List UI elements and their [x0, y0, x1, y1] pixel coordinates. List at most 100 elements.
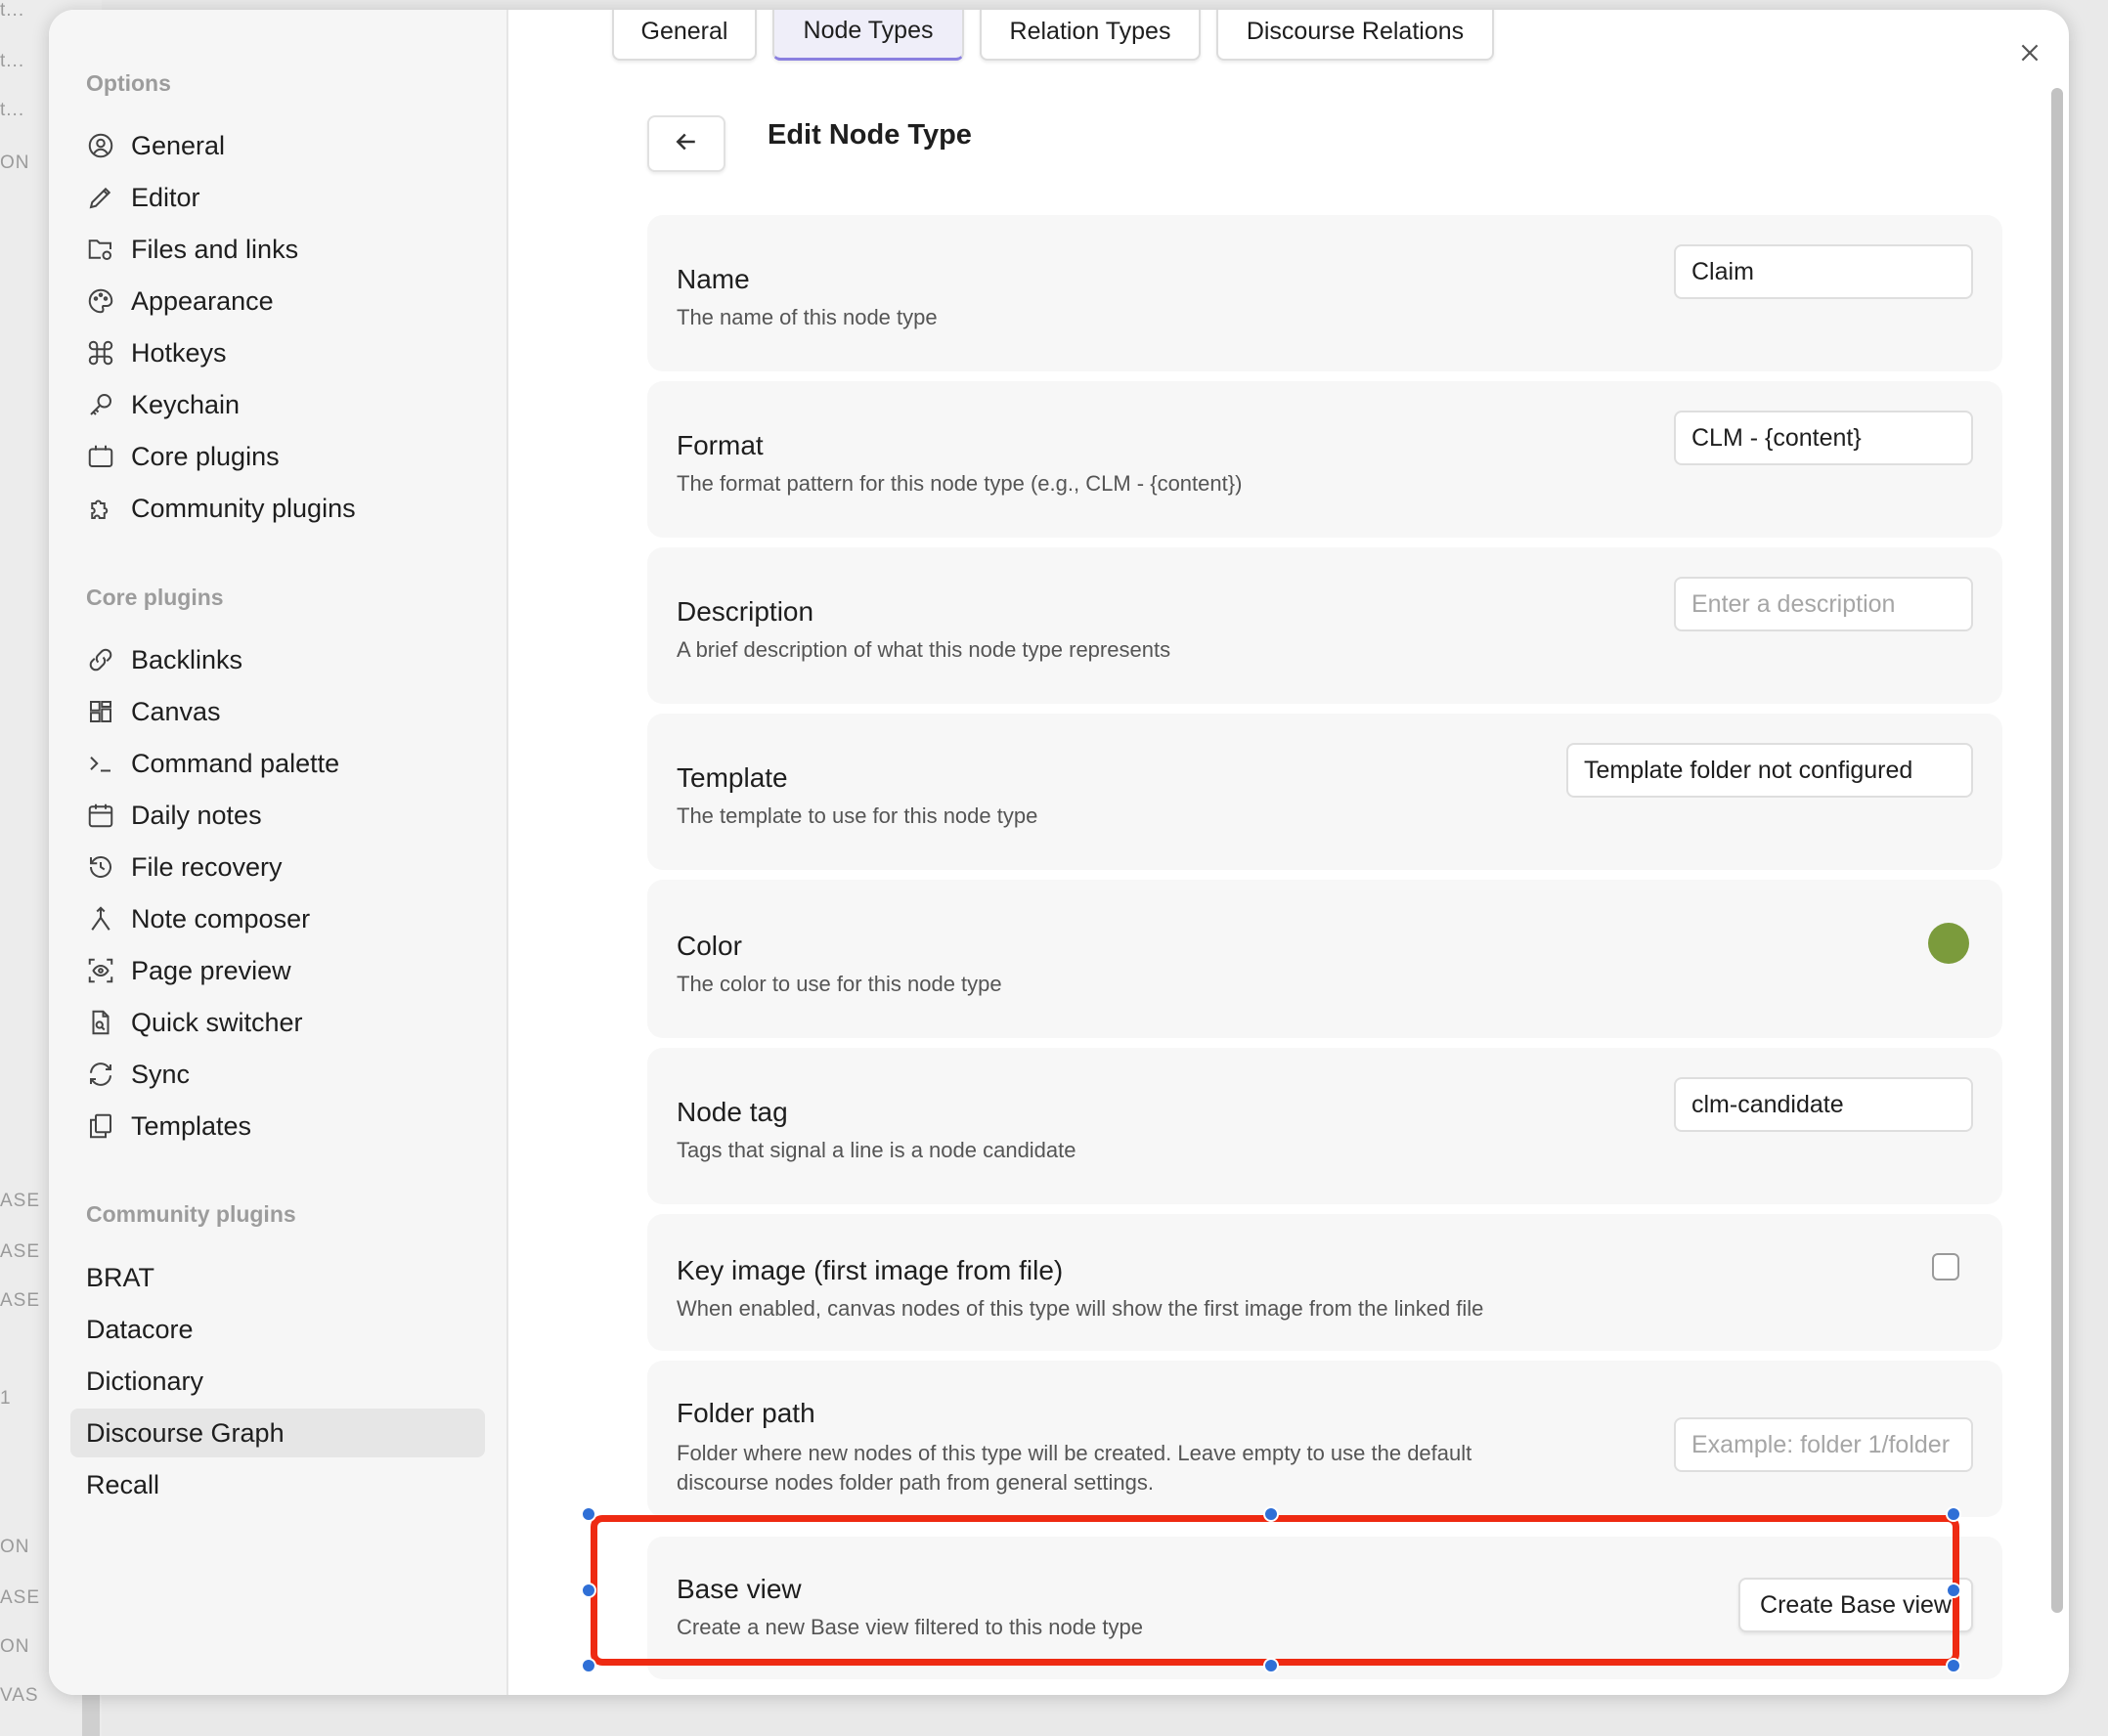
sidebar-item-sync[interactable]: Sync	[70, 1050, 485, 1099]
description-input[interactable]: Enter a description	[1674, 577, 1973, 631]
sidebar-item-label: Datacore	[86, 1314, 194, 1344]
pencil-icon	[86, 183, 115, 212]
back-button[interactable]	[647, 115, 725, 172]
template-select[interactable]: Template folder not configured	[1566, 743, 1973, 798]
sidebar-item-label: Command palette	[131, 748, 340, 778]
sidebar-item-brat[interactable]: BRAT	[70, 1253, 485, 1302]
resize-handle[interactable]	[1263, 1506, 1279, 1522]
merge-icon	[86, 904, 115, 933]
setting-color: Color The color to use for this node typ…	[647, 880, 2002, 1038]
sidebar-item-label: File recovery	[131, 851, 283, 882]
settings-content: General Node Types Relation Types Discou…	[508, 10, 2069, 1695]
sidebar-item-label: Discourse Graph	[86, 1417, 285, 1448]
bg-label: ASE	[0, 1587, 41, 1608]
arrow-left-icon	[672, 127, 701, 161]
bg-label: ASE	[0, 1191, 41, 1211]
sidebar-item-label: Sync	[131, 1059, 191, 1089]
sidebar-item-label: Backlinks	[131, 644, 243, 674]
sidebar-item-core-plugins[interactable]: Core plugins	[70, 432, 485, 481]
bg-label: t...	[0, 100, 25, 120]
key-image-checkbox[interactable]	[1932, 1253, 1959, 1280]
setting-template: Template The template to use for this no…	[647, 714, 2002, 870]
color-swatch[interactable]	[1928, 923, 1969, 964]
bg-label: VAS	[0, 1685, 39, 1706]
setting-name: Name The name of this node type Claim	[647, 215, 2002, 371]
close-button[interactable]	[2010, 35, 2049, 74]
history-icon	[86, 852, 115, 882]
sidebar-item-label: Dictionary	[86, 1366, 204, 1396]
core-plugins-heading: Core plugins	[86, 585, 224, 610]
options-heading: Options	[86, 70, 171, 96]
sidebar-item-community-plugins[interactable]: Community plugins	[70, 484, 485, 533]
setting-description: The color to use for this node type	[677, 972, 1002, 996]
sidebar-item-daily-notes[interactable]: Daily notes	[70, 791, 485, 840]
tab-general[interactable]: General	[612, 10, 757, 61]
setting-description: Tags that signal a line is a node candid…	[677, 1138, 1076, 1162]
background-scroll-handle	[82, 1691, 100, 1736]
sidebar-item-backlinks[interactable]: Backlinks	[70, 635, 485, 684]
puzzle-icon	[86, 494, 115, 523]
resize-handle[interactable]	[1946, 1658, 1961, 1673]
node-tag-input[interactable]: clm-candidate	[1674, 1077, 1973, 1132]
sidebar-item-recall[interactable]: Recall	[70, 1460, 485, 1509]
setting-description: A brief description of what this node ty…	[677, 637, 1171, 662]
setting-format: Format The format pattern for this node …	[647, 381, 2002, 538]
sidebar-item-label: Community plugins	[131, 493, 356, 523]
close-icon	[2017, 40, 2042, 70]
tab-node-types[interactable]: Node Types	[772, 10, 964, 61]
sidebar-item-discourse-graph[interactable]: Discourse Graph	[70, 1409, 485, 1457]
sidebar-item-note-composer[interactable]: Note composer	[70, 894, 485, 943]
layout-grid-icon	[86, 697, 115, 726]
folder-path-input[interactable]: Example: folder 1/folder	[1674, 1417, 1973, 1472]
bg-label: t...	[0, 51, 25, 71]
name-input[interactable]: Claim	[1674, 244, 1973, 299]
sidebar-item-canvas[interactable]: Canvas	[70, 687, 485, 736]
sidebar-item-general[interactable]: General	[70, 121, 485, 170]
sidebar-item-command-palette[interactable]: Command palette	[70, 739, 485, 788]
sidebar-item-label: Templates	[131, 1110, 252, 1141]
resize-handle[interactable]	[581, 1658, 596, 1673]
sidebar-item-label: Quick switcher	[131, 1007, 303, 1037]
format-input[interactable]: CLM - {content}	[1674, 411, 1973, 465]
sidebar-item-label: Keychain	[131, 389, 241, 419]
sidebar-item-hotkeys[interactable]: Hotkeys	[70, 328, 485, 377]
community-plugins-heading: Community plugins	[86, 1201, 296, 1227]
sidebar-item-appearance[interactable]: Appearance	[70, 277, 485, 326]
key-icon	[86, 390, 115, 419]
sidebar-item-page-preview[interactable]: Page preview	[70, 946, 485, 995]
resize-handle[interactable]	[1946, 1583, 1961, 1598]
terminal-icon	[86, 749, 115, 778]
sidebar-item-datacore[interactable]: Datacore	[70, 1305, 485, 1354]
tab-discourse-relations[interactable]: Discourse Relations	[1216, 10, 1494, 61]
sidebar-item-editor[interactable]: Editor	[70, 173, 485, 222]
setting-label: Node tag	[677, 1097, 788, 1127]
sidebar-item-label: Files and links	[131, 234, 299, 264]
tab-relation-types[interactable]: Relation Types	[980, 10, 1201, 61]
sidebar-item-label: BRAT	[86, 1262, 155, 1292]
setting-description: The template to use for this node type	[677, 803, 1038, 828]
setting-description: discourse nodes folder path from general…	[677, 1470, 1154, 1495]
setting-description: The format pattern for this node type (e…	[677, 471, 1243, 496]
sidebar-item-label: Canvas	[131, 696, 221, 726]
sidebar-item-files-and-links[interactable]: Files and links	[70, 225, 485, 274]
setting-description-field: Description A brief description of what …	[647, 547, 2002, 704]
sidebar-item-keychain[interactable]: Keychain	[70, 380, 485, 429]
bg-label: 1	[0, 1388, 12, 1409]
palette-icon	[86, 286, 115, 316]
sidebar-item-templates[interactable]: Templates	[70, 1102, 485, 1150]
bg-label: ON	[0, 152, 30, 173]
bg-label: t...	[0, 0, 25, 21]
sidebar-item-quick-switcher[interactable]: Quick switcher	[70, 998, 485, 1047]
setting-label: Format	[677, 430, 764, 460]
sidebar-item-file-recovery[interactable]: File recovery	[70, 843, 485, 891]
resize-handle[interactable]	[1263, 1658, 1279, 1673]
page-title: Edit Node Type	[768, 119, 972, 151]
sidebar-item-dictionary[interactable]: Dictionary	[70, 1357, 485, 1406]
link-search-icon	[86, 645, 115, 674]
bg-label: ON	[0, 1636, 30, 1657]
scrollbar[interactable]	[2051, 88, 2063, 1613]
resize-handle[interactable]	[1946, 1506, 1961, 1522]
setting-description: Folder where new nodes of this type will…	[677, 1441, 1472, 1465]
resize-handle[interactable]	[581, 1506, 596, 1522]
resize-handle[interactable]	[581, 1583, 596, 1598]
